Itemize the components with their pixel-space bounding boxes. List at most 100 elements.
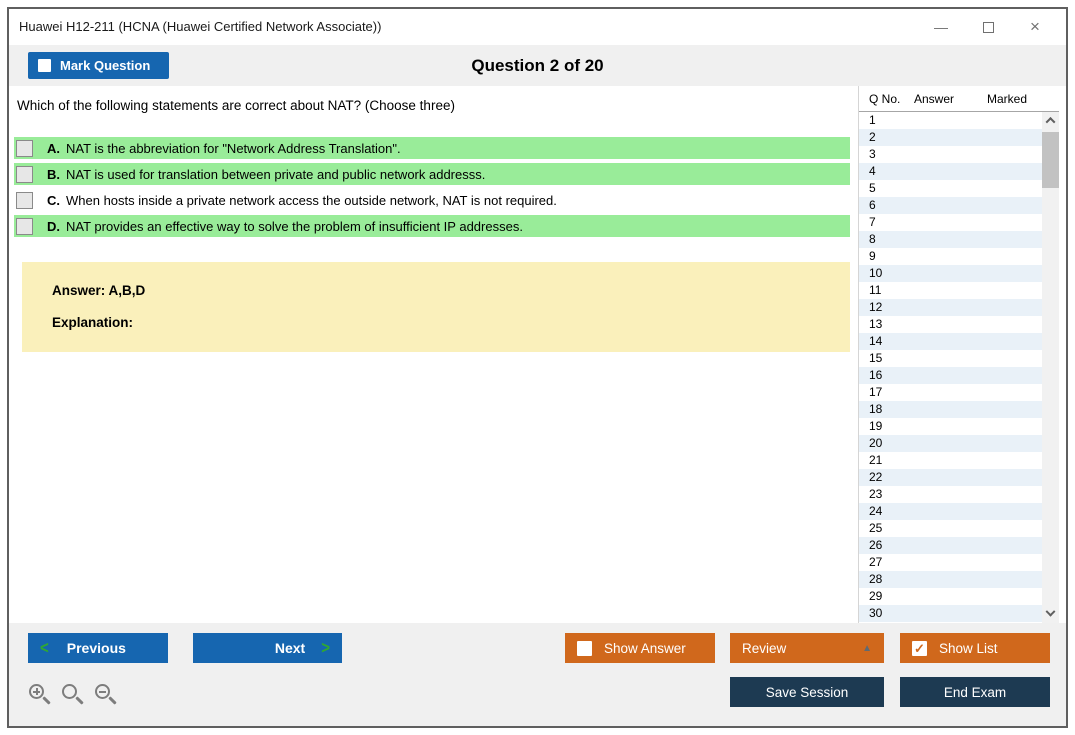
- column-qno: Q No.: [869, 92, 901, 106]
- next-button[interactable]: Next >: [193, 633, 342, 663]
- scroll-down-button[interactable]: [1042, 606, 1059, 623]
- option-letter: D.: [47, 218, 60, 234]
- question-list-row[interactable]: 7: [859, 214, 1042, 231]
- question-list-row[interactable]: 30: [859, 605, 1042, 622]
- option-text: When hosts inside a private network acce…: [66, 192, 557, 208]
- question-list-row[interactable]: 8: [859, 231, 1042, 248]
- option-d-checkbox[interactable]: [16, 217, 33, 235]
- chevron-right-icon: >: [321, 638, 330, 658]
- option-letter: A.: [47, 140, 60, 156]
- option-text: NAT is used for translation between priv…: [66, 166, 486, 182]
- save-session-button[interactable]: Save Session: [730, 677, 884, 707]
- review-label: Review: [742, 640, 787, 656]
- answer-box: Answer: A,B,D Explanation:: [22, 262, 850, 352]
- mark-question-checkbox[interactable]: [38, 59, 51, 72]
- option-letter: B.: [47, 166, 60, 182]
- option-text: NAT is the abbreviation for "Network Add…: [66, 140, 401, 156]
- option-c[interactable]: C. When hosts inside a private network a…: [14, 189, 850, 211]
- end-exam-label: End Exam: [943, 684, 1007, 700]
- option-c-checkbox[interactable]: [16, 191, 33, 209]
- previous-button[interactable]: < Previous: [28, 633, 168, 663]
- next-label: Next: [274, 640, 306, 656]
- question-list-row[interactable]: 3: [859, 146, 1042, 163]
- scroll-up-button[interactable]: [1042, 112, 1059, 129]
- question-list-row[interactable]: 9: [859, 248, 1042, 265]
- zoom-controls: [28, 683, 118, 707]
- question-list-row[interactable]: 11: [859, 282, 1042, 299]
- question-list-row[interactable]: 19: [859, 418, 1042, 435]
- show-list-button[interactable]: ✓ Show List: [900, 633, 1050, 663]
- question-list-row[interactable]: 2: [859, 129, 1042, 146]
- review-button[interactable]: Review ▲: [730, 633, 884, 663]
- question-list-row[interactable]: 4: [859, 163, 1042, 180]
- question-list-row[interactable]: 24: [859, 503, 1042, 520]
- question-list-row[interactable]: 23: [859, 486, 1042, 503]
- question-list-row[interactable]: 10: [859, 265, 1042, 282]
- option-b[interactable]: B. NAT is used for translation between p…: [14, 163, 850, 185]
- mark-question-button[interactable]: Mark Question: [28, 52, 169, 79]
- save-session-label: Save Session: [765, 684, 849, 700]
- zoom-in-icon[interactable]: [28, 683, 52, 707]
- chevron-up-icon: [1045, 116, 1056, 127]
- question-list-row[interactable]: 26: [859, 537, 1042, 554]
- minimize-icon: —: [934, 19, 948, 35]
- answer-label: Answer: A,B,D: [52, 283, 146, 298]
- chevron-left-icon: <: [40, 638, 49, 658]
- question-list-row[interactable]: 13: [859, 316, 1042, 333]
- question-list-scrollbar[interactable]: [1042, 112, 1059, 623]
- show-answer-label: Show Answer: [604, 640, 686, 656]
- zoom-reset-icon[interactable]: [61, 683, 85, 707]
- show-answer-checkbox[interactable]: [577, 640, 592, 656]
- question-text: Which of the following statements are co…: [17, 98, 455, 113]
- previous-label: Previous: [66, 640, 126, 656]
- question-list-row[interactable]: 17: [859, 384, 1042, 401]
- column-marked: Marked: [987, 92, 1028, 106]
- column-answer: Answer: [914, 92, 955, 106]
- question-list-row[interactable]: 28: [859, 571, 1042, 588]
- option-letter: C.: [47, 192, 60, 208]
- question-list-row[interactable]: 21: [859, 452, 1042, 469]
- end-exam-button[interactable]: End Exam: [900, 677, 1050, 707]
- window-title: Huawei H12-211 (HCNA (Huawei Certified N…: [19, 19, 382, 34]
- question-list-body: 1 2 3 4 5 6 7 8 9 10 11 12 13 14 15 16 17 18 19 20 21 22 23 24 2…: [859, 112, 1042, 623]
- question-list-row[interactable]: 18: [859, 401, 1042, 418]
- question-list-row[interactable]: 1: [859, 112, 1042, 129]
- show-list-checkbox[interactable]: ✓: [912, 640, 927, 656]
- question-list-row[interactable]: 29: [859, 588, 1042, 605]
- minimize-button[interactable]: —: [924, 9, 958, 45]
- options-list: A. NAT is the abbreviation for "Network …: [14, 137, 850, 241]
- option-a-checkbox[interactable]: [16, 139, 33, 157]
- question-list-row[interactable]: 15: [859, 350, 1042, 367]
- app-window: Huawei H12-211 (HCNA (Huawei Certified N…: [7, 7, 1068, 728]
- option-a[interactable]: A. NAT is the abbreviation for "Network …: [14, 137, 850, 159]
- question-list-row[interactable]: 25: [859, 520, 1042, 537]
- question-list-panel: Q No. Answer Marked 1 2 3 4 5 6 7 8 9 10 11 12 13 14 1…: [858, 86, 1059, 623]
- chevron-down-icon: [1045, 606, 1056, 617]
- close-icon: ×: [1030, 17, 1040, 36]
- question-list-row[interactable]: 22: [859, 469, 1042, 486]
- question-list-row[interactable]: 12: [859, 299, 1042, 316]
- question-list-row[interactable]: 14: [859, 333, 1042, 350]
- option-b-checkbox[interactable]: [16, 165, 33, 183]
- explanation-label: Explanation:: [52, 315, 134, 330]
- title-bar: Huawei H12-211 (HCNA (Huawei Certified N…: [9, 9, 1066, 45]
- scrollbar-thumb[interactable]: [1042, 132, 1059, 188]
- option-d[interactable]: D. NAT provides an effective way to solv…: [14, 215, 850, 237]
- option-text: NAT provides an effective way to solve t…: [66, 218, 523, 234]
- show-answer-button[interactable]: Show Answer: [565, 633, 715, 663]
- maximize-icon: [982, 21, 994, 33]
- question-list-row[interactable]: 5: [859, 180, 1042, 197]
- show-list-label: Show List: [939, 640, 998, 656]
- question-list-row[interactable]: 6: [859, 197, 1042, 214]
- close-button[interactable]: ×: [1018, 9, 1052, 45]
- arrow-up-icon: ▲: [862, 642, 872, 654]
- zoom-out-icon[interactable]: [94, 683, 118, 707]
- question-list-row[interactable]: 27: [859, 554, 1042, 571]
- mark-question-label: Mark Question: [60, 58, 151, 73]
- checkmark-icon: ✓: [914, 640, 925, 656]
- header-strip: Question 2 of 20 Mark Question: [9, 45, 1066, 86]
- question-list-row[interactable]: 20: [859, 435, 1042, 452]
- maximize-button[interactable]: [971, 9, 1005, 45]
- footer-bar: < Previous Next > Show Answer Review ▲ ✓…: [9, 623, 1066, 726]
- question-list-row[interactable]: 16: [859, 367, 1042, 384]
